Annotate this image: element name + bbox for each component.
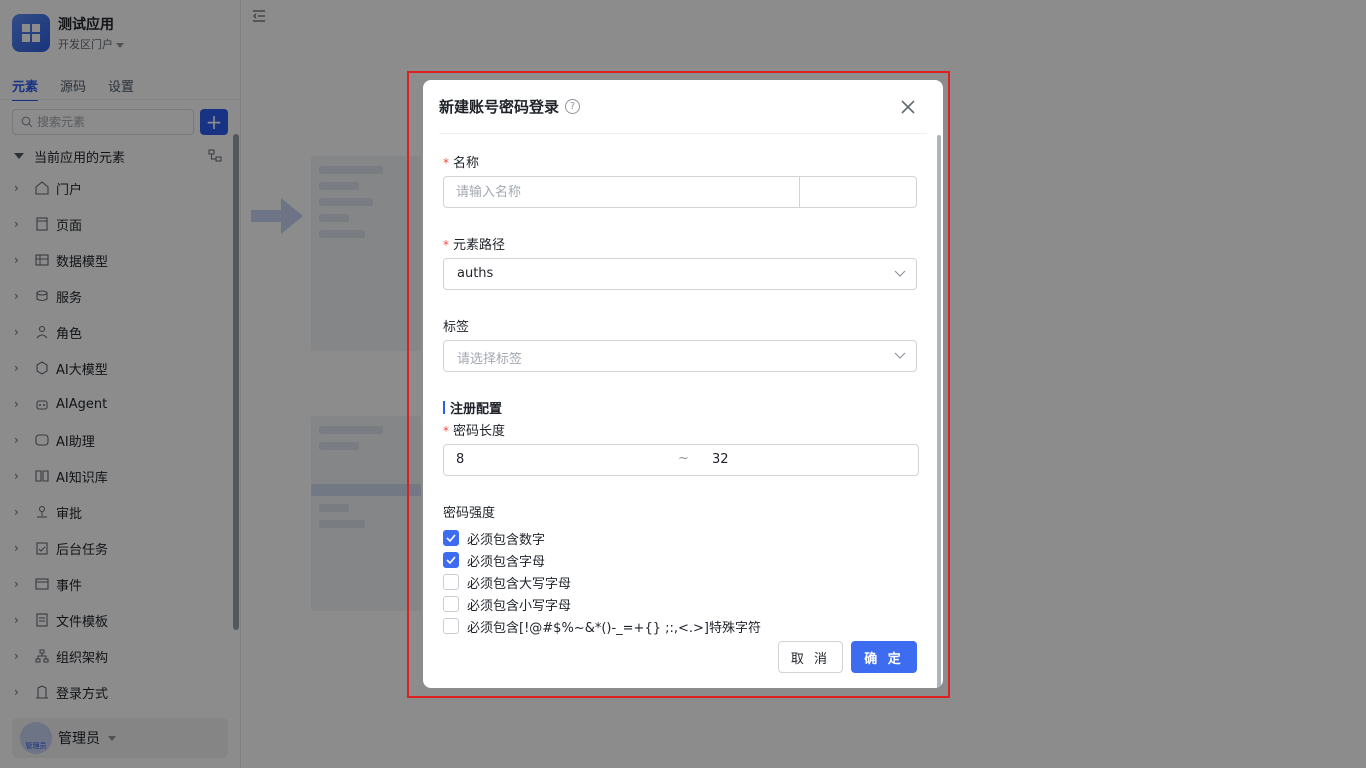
name-input[interactable]: [444, 177, 794, 207]
checkbox[interactable]: [443, 574, 459, 590]
checkbox[interactable]: [443, 596, 459, 612]
path-select-value: auths: [457, 266, 494, 281]
strength-option[interactable]: 必须包含字母: [443, 550, 545, 570]
title-divider: [439, 133, 927, 134]
strength-option[interactable]: 必须包含大写字母: [443, 572, 571, 592]
checkbox[interactable]: [443, 618, 459, 634]
required-mark: *: [443, 238, 449, 252]
dialog-scrollbar[interactable]: [937, 135, 941, 688]
chevron-down-icon: [894, 352, 906, 359]
checkbox-label: 必须包含大写字母: [467, 576, 572, 592]
tag-select-placeholder: 请选择标签: [457, 352, 523, 367]
tag-label: 标签: [443, 320, 470, 335]
path-label: * 元素路径: [443, 238, 506, 253]
dialog-title: 新建账号密码登录 ?: [439, 96, 581, 117]
name-field-divider: [799, 177, 800, 207]
required-mark: *: [443, 424, 449, 438]
create-login-dialog: 新建账号密码登录 ? *名称 *元素路径 auths 标签 请选择标签 注册配置…: [423, 80, 943, 688]
section-register-config: 注册配置: [443, 398, 502, 417]
check-icon: [446, 534, 456, 542]
section-marker: [443, 401, 445, 414]
pwd-max-input[interactable]: 32: [712, 452, 729, 467]
dialog-title-text: 新建账号密码登录: [439, 98, 560, 116]
cancel-button[interactable]: 取 消: [778, 641, 843, 673]
path-select[interactable]: auths: [443, 258, 917, 290]
checkbox[interactable]: [443, 552, 459, 568]
name-field: [443, 176, 917, 208]
checkbox[interactable]: [443, 530, 459, 546]
strength-option[interactable]: 必须包含数字: [443, 528, 545, 548]
tag-select[interactable]: 请选择标签: [443, 340, 917, 372]
pwd-length-label: * 密码长度: [443, 424, 506, 439]
strength-option[interactable]: 必须包含[!@#$%~&*()-_=+{} ;:,<.>]特殊字符: [443, 616, 761, 636]
pwd-strength-label: 密码强度: [443, 506, 496, 521]
range-separator: ~: [678, 451, 689, 466]
checkbox-label: 必须包含字母: [467, 554, 546, 570]
name-label: * 名称: [443, 156, 480, 171]
check-icon: [446, 556, 456, 564]
confirm-button[interactable]: 确 定: [851, 641, 917, 673]
checkbox-label: 必须包含小写字母: [467, 598, 572, 614]
strength-option[interactable]: 必须包含小写字母: [443, 594, 571, 614]
required-mark: *: [443, 156, 449, 170]
checkbox-label: 必须包含[!@#$%~&*()-_=+{} ;:,<.>]特殊字符: [467, 620, 762, 636]
pwd-length-range: 8 ~ 32: [443, 444, 919, 476]
help-icon[interactable]: ?: [565, 99, 581, 114]
pwd-min-input[interactable]: 8: [456, 452, 464, 467]
chevron-down-icon: [894, 270, 906, 277]
checkbox-label: 必须包含数字: [467, 532, 546, 548]
close-icon[interactable]: [899, 98, 917, 116]
